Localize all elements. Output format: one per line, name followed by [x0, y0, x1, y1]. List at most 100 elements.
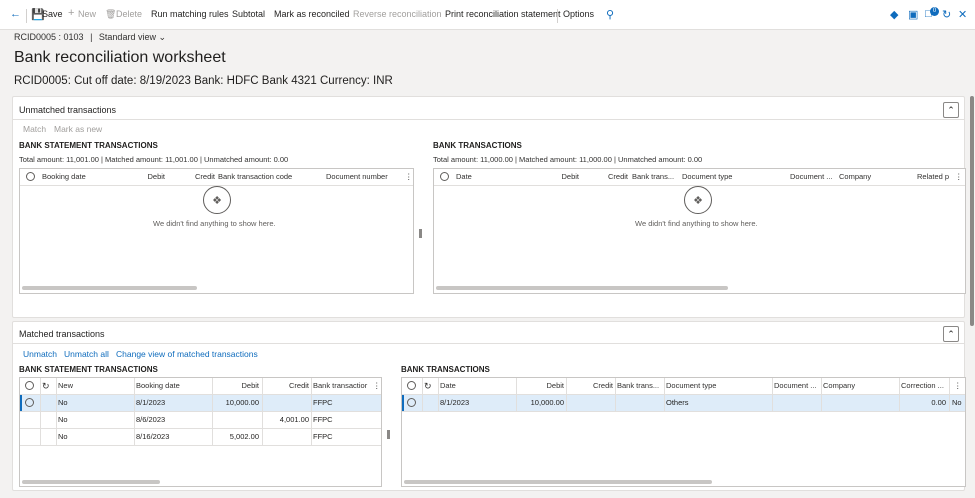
column-company[interactable]: Company [823, 378, 855, 394]
save-button[interactable]: Save [42, 9, 63, 19]
column-booking-date[interactable]: Booking date [136, 378, 180, 394]
column-new[interactable]: New [58, 378, 73, 394]
column-bank-transaction[interactable]: Bank transactior [313, 378, 367, 394]
column-date[interactable]: Date [456, 169, 472, 185]
run-matching-rules-button[interactable]: Run matching rules [151, 9, 229, 19]
matched-transactions-header[interactable]: Matched transactions [19, 329, 105, 339]
horizontal-scrollbar[interactable] [22, 480, 160, 484]
table-row[interactable]: No 8/6/2023 4,001.00 FFPC [20, 412, 381, 429]
column-divider [949, 378, 950, 412]
row-radio[interactable] [407, 398, 416, 407]
column-options-icon[interactable]: ⋮ [405, 169, 413, 185]
matched-transactions-panel: Matched transactions ⌃ Unmatch Unmatch a… [12, 321, 966, 491]
divider [13, 343, 964, 344]
unmatch-all-button[interactable]: Unmatch all [64, 349, 109, 359]
column-options-icon[interactable]: ⋮ [954, 378, 962, 394]
selection-indicator [20, 395, 22, 411]
collapse-unmatched-button[interactable]: ⌃ [943, 102, 959, 118]
column-credit[interactable]: Credit [265, 378, 309, 394]
reverse-reconciliation-button[interactable]: Reverse reconciliation [353, 9, 442, 19]
cell-date: 8/1/2023 [440, 398, 470, 407]
column-bank-trans[interactable]: Bank trans... [617, 378, 659, 394]
bank-transactions-totals: Total amount: 11,000.00 | Matched amount… [433, 155, 703, 164]
column-options-icon[interactable]: ⋮ [373, 378, 381, 394]
horizontal-scrollbar[interactable] [22, 286, 197, 290]
column-booking-date[interactable]: Booking date [42, 169, 86, 185]
delete-button[interactable]: Delete [116, 9, 142, 19]
breadcrumb-separator: | [90, 32, 93, 42]
column-debit[interactable]: Debit [520, 378, 564, 394]
splitter-handle[interactable] [419, 229, 422, 238]
chevron-down-icon[interactable]: ⌄ [158, 32, 166, 42]
splitter-handle[interactable] [387, 430, 390, 439]
collapse-matched-button[interactable]: ⌃ [943, 326, 959, 342]
match-button[interactable]: Match [23, 124, 46, 134]
matched-bank-transactions-grid: ↻ Date Debit Credit Bank trans... Docume… [401, 377, 966, 487]
column-divider [566, 378, 567, 412]
column-credit[interactable]: Credit [582, 169, 628, 185]
back-arrow-icon[interactable]: ← [10, 8, 21, 20]
column-correction[interactable]: Correction ... [901, 378, 944, 394]
column-debit[interactable]: Debit [534, 169, 579, 185]
column-document[interactable]: Document ... [774, 378, 817, 394]
table-row[interactable]: No 8/16/2023 5,002.00 FFPC [20, 429, 381, 446]
cell-extra: No [952, 398, 962, 407]
select-all-radio[interactable] [26, 172, 35, 181]
office-icon[interactable]: ▣ [908, 8, 918, 21]
search-icon[interactable]: ⚲ [606, 8, 614, 21]
column-document-type[interactable]: Document type [666, 378, 716, 394]
bank-transactions-title: BANK TRANSACTIONS [401, 365, 490, 374]
diamond-icon[interactable]: ◆ [890, 8, 898, 21]
mark-as-new-button[interactable]: Mark as new [54, 124, 102, 134]
toolbar-divider [26, 9, 27, 23]
record-id: RCID0005 : 0103 [14, 32, 84, 42]
column-company[interactable]: Company [839, 169, 871, 185]
select-all-radio[interactable] [407, 381, 416, 390]
breadcrumb: RCID0005 : 0103 | Standard view ⌄ [14, 32, 166, 43]
cell-debit: 10,000.00 [530, 398, 564, 407]
options-tab[interactable]: Options [563, 9, 594, 19]
refresh-icon[interactable]: ↻ [42, 378, 50, 394]
select-all-radio[interactable] [25, 381, 34, 390]
column-document[interactable]: Document ... [790, 169, 833, 185]
unmatched-transactions-header[interactable]: Unmatched transactions [19, 105, 116, 115]
column-credit[interactable]: Credit [570, 378, 613, 394]
empty-message: We didn't find anything to show here. [153, 219, 276, 228]
refresh-icon[interactable]: ↻ [424, 378, 432, 394]
column-divider [422, 378, 423, 412]
print-reconciliation-statement-button[interactable]: Print reconciliation statement [445, 9, 561, 19]
mark-as-reconciled-button[interactable]: Mark as reconciled [274, 9, 350, 19]
column-debit[interactable]: Debit [215, 378, 259, 394]
horizontal-scrollbar[interactable] [404, 480, 712, 484]
column-bank-trans[interactable]: Bank trans... [632, 169, 674, 185]
column-related-party[interactable]: Related p [917, 169, 949, 185]
cell-new: No [58, 432, 68, 441]
column-bank-transaction-code[interactable]: Bank transaction code [218, 169, 292, 185]
column-options-icon[interactable]: ⋮ [955, 169, 963, 185]
table-row[interactable]: No 8/1/2023 10,000.00 FFPC [20, 395, 381, 412]
refresh-icon[interactable]: ↻ [942, 8, 951, 21]
column-document-number[interactable]: Document number [326, 169, 388, 185]
subtotal-button[interactable]: Subtotal [232, 9, 265, 19]
column-credit[interactable]: Credit [170, 169, 215, 185]
select-all-radio[interactable] [440, 172, 449, 181]
cell-booking-date: 8/1/2023 [136, 398, 166, 407]
column-date[interactable]: Date [440, 378, 456, 394]
bank-statement-title: BANK STATEMENT TRANSACTIONS [19, 365, 158, 374]
close-icon[interactable]: ✕ [958, 8, 967, 21]
cell-debit: 10,000.00 [225, 398, 259, 407]
cell-bank-transaction: FFPC [313, 415, 333, 424]
column-document-type[interactable]: Document type [682, 169, 732, 185]
view-selector[interactable]: Standard view [99, 32, 156, 42]
cell-booking-date: 8/16/2023 [136, 432, 170, 441]
page-vertical-scrollbar[interactable] [970, 96, 974, 326]
row-radio[interactable] [25, 398, 34, 407]
table-row[interactable]: 8/1/2023 10,000.00 Others 0.00 No [402, 395, 965, 412]
column-debit[interactable]: Debit [120, 169, 165, 185]
cell-new: No [58, 415, 68, 424]
new-button[interactable]: New [78, 9, 96, 19]
change-view-button[interactable]: Change view of matched transactions [116, 349, 258, 359]
unmatch-button[interactable]: Unmatch [23, 349, 57, 359]
horizontal-scrollbar[interactable] [436, 286, 728, 290]
page-subtitle: RCID0005: Cut off date: 8/19/2023 Bank: … [14, 75, 393, 87]
